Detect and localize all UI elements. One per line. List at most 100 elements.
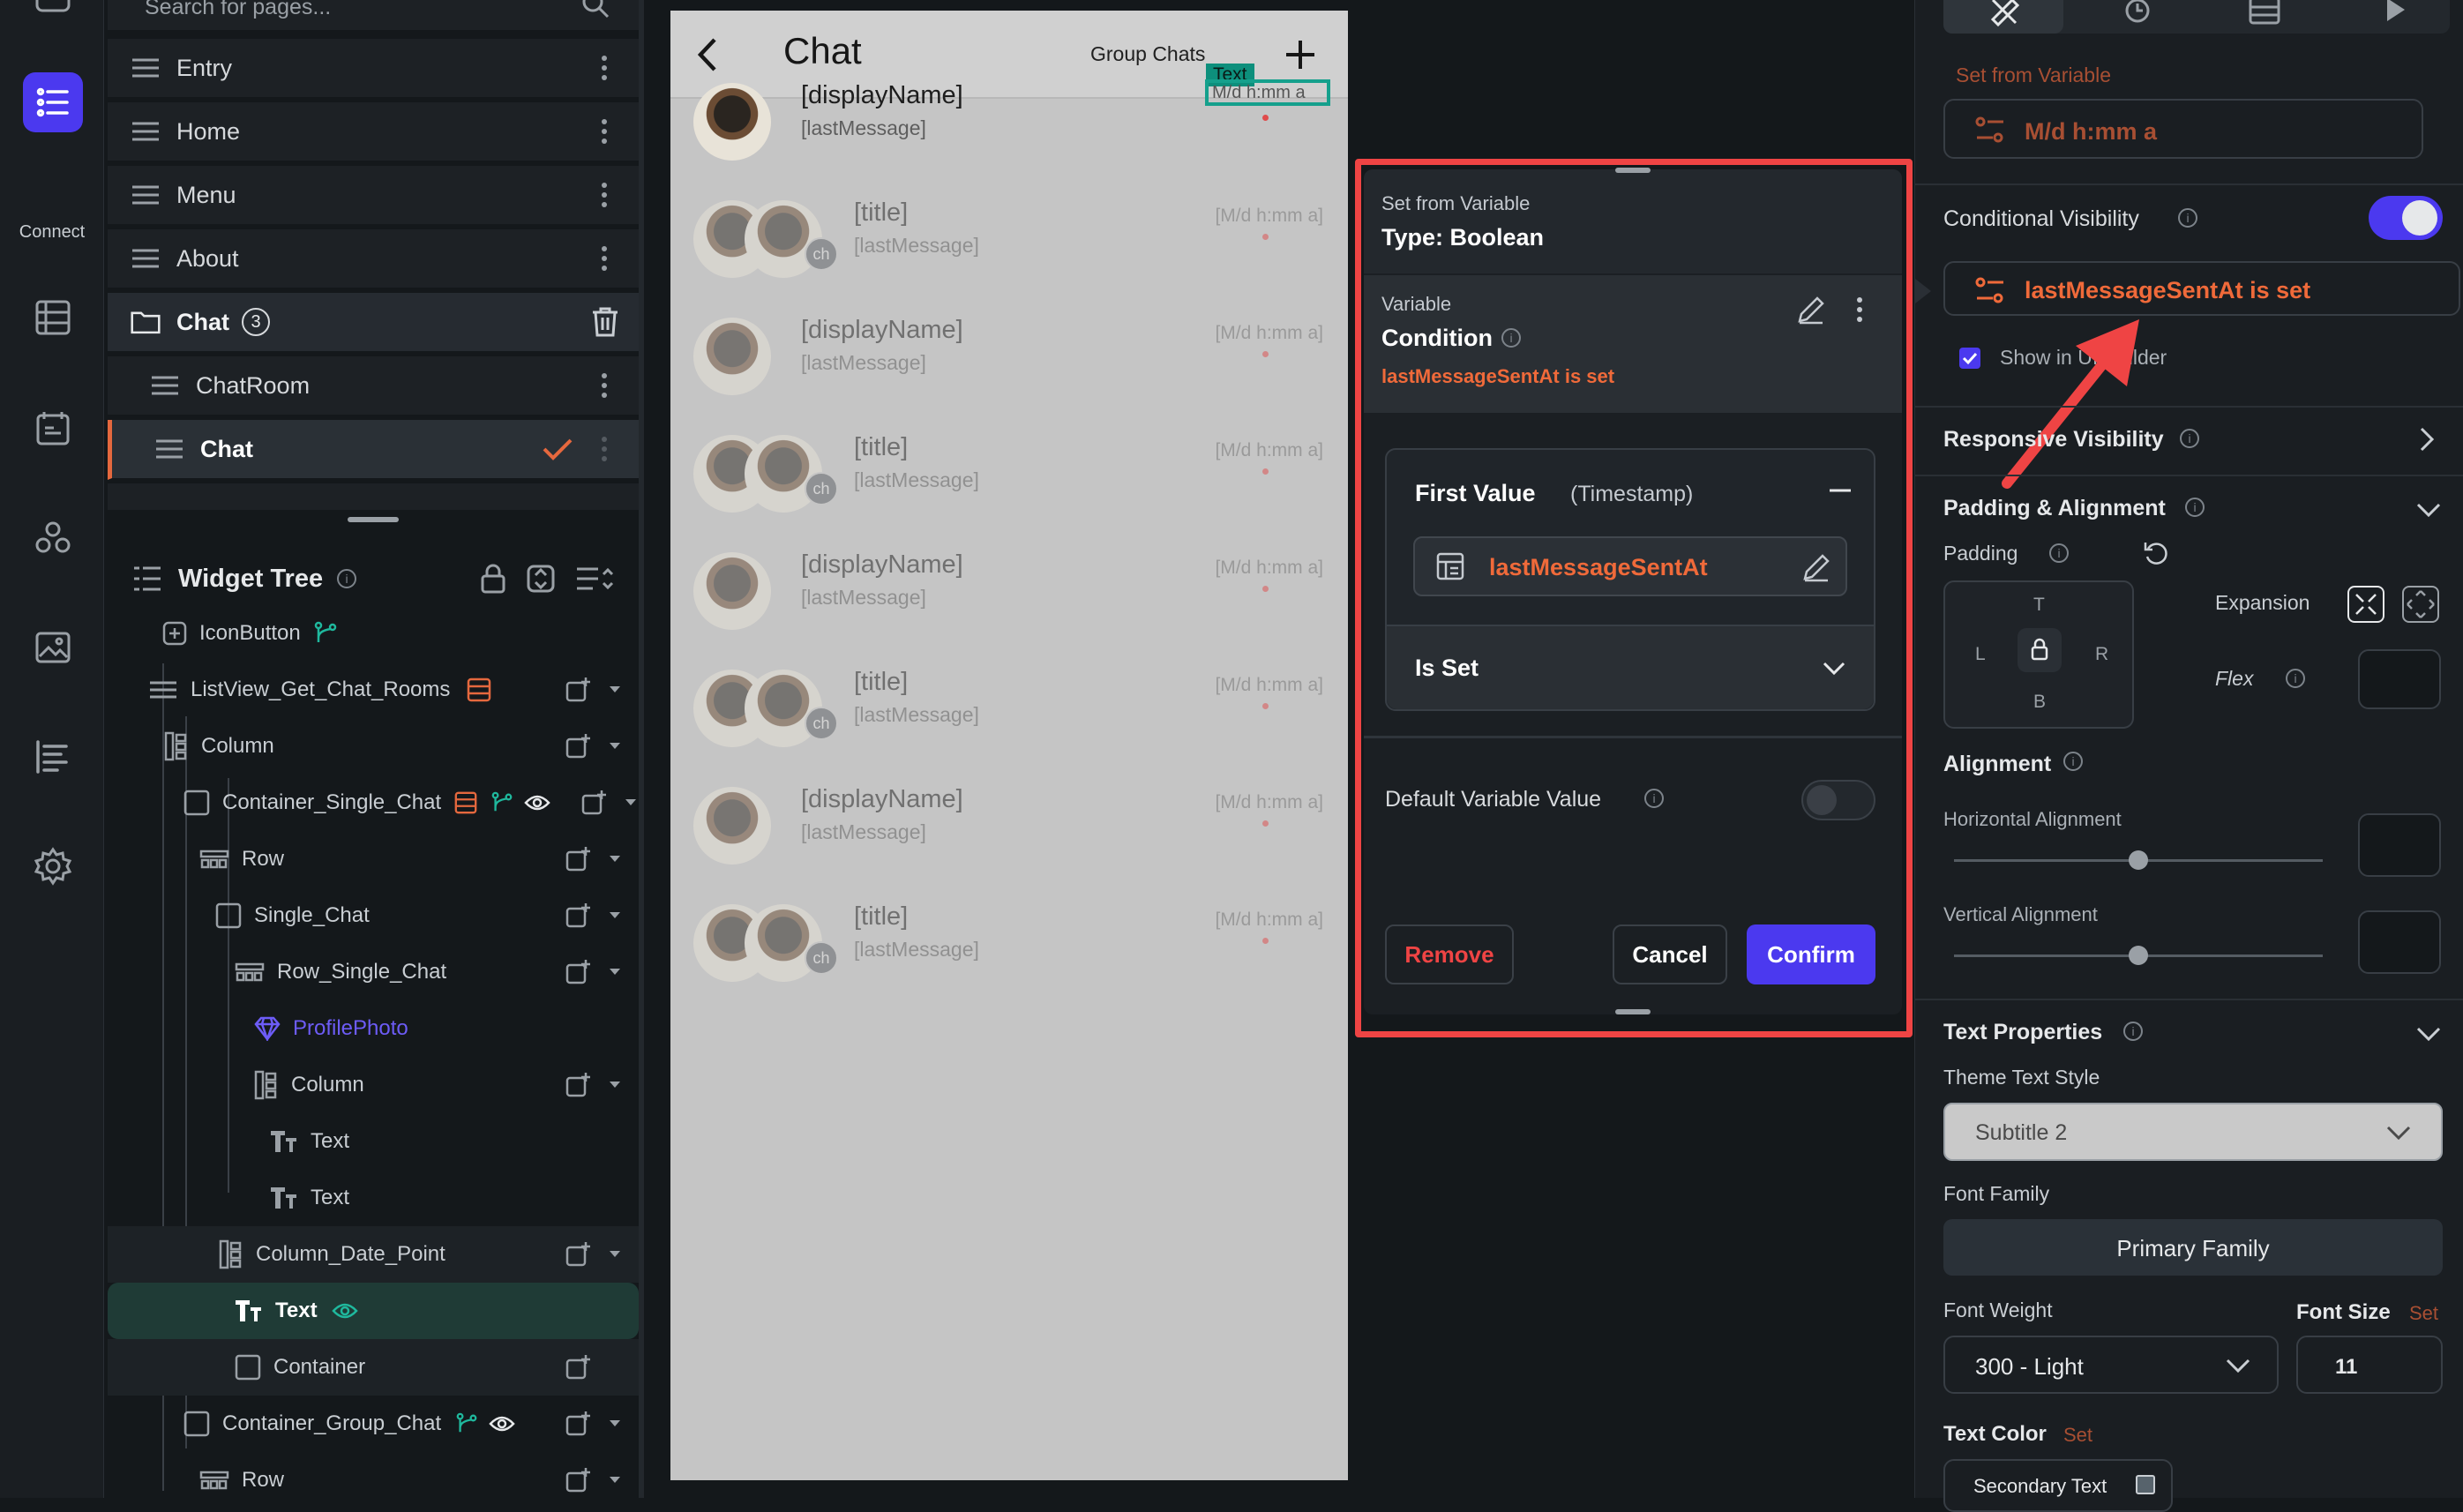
chat-list-item[interactable]: [displayName] [lastMessage] [M/d h:mm a] [670,307,1348,411]
add-widget-icon[interactable] [565,1071,593,1099]
chevron-right-icon[interactable] [2420,427,2434,452]
page-folder-chat[interactable]: Chat 3 [108,293,639,353]
default-value-toggle[interactable] [1801,780,1875,820]
chat-list-item[interactable]: ch [title] [lastMessage] [M/d h:mm a] [670,894,1348,998]
info-icon[interactable]: i [337,569,357,588]
chat-list-item[interactable]: ch [title] [lastMessage] [M/d h:mm a] [670,424,1348,528]
storyboard-icon[interactable] [23,0,83,25]
horizontal-alignment-input[interactable] [2358,813,2441,877]
edit-pencil-icon[interactable] [1801,552,1831,582]
add-widget-icon[interactable] [565,902,593,930]
actions-icon[interactable] [2123,0,2152,25]
font-size-input[interactable]: 11 [2296,1336,2443,1394]
info-icon[interactable]: i [2185,498,2205,517]
trash-icon[interactable] [591,306,619,338]
chat-list-item[interactable]: [displayName] [lastMessage] [M/d h:mm a] [670,776,1348,880]
drag-handle-icon[interactable] [154,438,184,460]
add-widget-icon[interactable] [565,1410,593,1438]
settings-gear-icon[interactable] [23,836,83,896]
search-icon[interactable] [580,0,610,19]
page-search-field[interactable]: Search for pages... [108,0,639,30]
info-icon[interactable]: i [2180,429,2199,448]
page-selector-icon[interactable] [23,72,83,132]
horizontal-alignment-knob[interactable] [2129,850,2148,870]
padding-editor[interactable]: T L R B [1943,580,2134,729]
page-item-menu[interactable]: Menu [108,166,639,226]
chevron-down-icon[interactable] [625,798,637,807]
drag-handle-icon[interactable] [131,121,161,142]
visibility-eye-icon[interactable] [524,793,550,812]
add-icon[interactable] [1284,39,1316,71]
more-options-icon[interactable] [591,118,618,145]
theme-icon[interactable] [23,727,83,787]
visibility-eye-icon[interactable] [489,1414,515,1433]
chat-list-item[interactable]: ch [title] [lastMessage] [M/d h:mm a] [670,190,1348,294]
padding-lock-button[interactable] [2018,628,2062,672]
tab-properties[interactable] [1943,0,2063,34]
add-widget-icon[interactable] [580,789,609,817]
chevron-down-icon[interactable] [2416,503,2441,517]
text-color-select[interactable]: Secondary Text [1943,1459,2173,1512]
add-widget-icon[interactable] [565,676,593,704]
add-widget-icon[interactable] [565,1466,593,1494]
lock-icon[interactable] [480,564,506,594]
font-size-set-link[interactable]: Set [2409,1302,2438,1325]
add-widget-icon[interactable] [565,732,593,760]
chat-list-item[interactable]: [displayName] [lastMessage] [M/d h:mm a] [670,542,1348,646]
first-value-field[interactable]: lastMessageSentAt [1413,536,1847,596]
reset-icon[interactable] [2143,540,2169,566]
edit-pencil-icon[interactable] [1796,295,1826,325]
info-icon[interactable]: i [2063,752,2083,771]
group-chats-link[interactable]: Group Chats [1090,42,1205,66]
info-icon[interactable]: i [2049,543,2069,563]
drag-handle-icon[interactable] [131,184,161,206]
confirm-button[interactable]: Confirm [1747,924,1875,984]
chevron-down-icon[interactable] [609,1081,621,1089]
add-widget-icon[interactable] [565,1353,593,1381]
variable-field[interactable]: M/d h:mm a [1943,99,2423,159]
more-options-icon[interactable] [591,436,618,462]
info-icon[interactable]: i [2123,1022,2143,1041]
play-icon[interactable] [2384,0,2407,23]
tree-node-container[interactable]: Container [108,1339,639,1396]
flex-input[interactable] [2358,649,2441,709]
custom-code-icon[interactable] [23,508,83,568]
tree-node-row[interactable]: Row [108,831,639,887]
chevron-down-icon[interactable] [609,1476,621,1485]
collapse-minus-icon[interactable] [1830,489,1851,492]
theme-text-style-select[interactable]: Subtitle 2 [1943,1103,2443,1161]
chevron-down-icon[interactable] [609,1250,621,1259]
add-widget-icon[interactable] [565,1240,593,1269]
tree-node-column-inner[interactable]: Column [108,1057,639,1113]
condition-field[interactable]: lastMessageSentAt is set [1943,261,2460,316]
visibility-eye-icon[interactable] [331,1301,358,1321]
firestore-icon[interactable] [23,288,83,348]
info-icon[interactable]: i [2286,669,2305,688]
chevron-down-icon[interactable] [609,685,621,694]
show-in-builder-checkbox[interactable] [1959,348,1980,369]
conditional-visibility-toggle[interactable] [2369,196,2443,240]
tree-node-listview[interactable]: ListView_Get_Chat_Rooms [108,662,639,718]
tree-node-iconbutton[interactable]: IconButton [108,605,639,662]
tree-node-container-single-chat[interactable]: Container_Single_Chat [108,775,639,831]
info-icon[interactable]: i [2178,208,2197,228]
page-item-about[interactable]: About [108,229,639,289]
chevron-down-icon[interactable] [609,1419,621,1428]
more-options-icon[interactable] [591,182,618,208]
chevron-down-icon[interactable] [609,968,621,977]
tree-node-text[interactable]: Text [108,1170,639,1226]
tree-node-column-date-point[interactable]: Column_Date_Point [108,1226,639,1283]
tree-options-icon[interactable] [575,564,614,594]
vertical-alignment-knob[interactable] [2129,946,2148,965]
drag-handle-icon[interactable] [131,248,161,269]
drag-handle-icon[interactable] [131,57,161,79]
expansion-tight-button[interactable] [2347,586,2384,623]
more-options-icon[interactable] [591,245,618,272]
tree-node-row[interactable]: Row [108,1452,639,1508]
tree-node-single-chat[interactable]: Single_Chat [108,887,639,944]
info-icon[interactable]: i [1501,328,1521,348]
text-color-set-link[interactable]: Set [2063,1424,2092,1447]
chevron-down-icon[interactable] [2416,1027,2441,1041]
page-item-entry[interactable]: Entry [108,39,639,99]
tree-node-text-selected[interactable]: Text [108,1283,639,1339]
